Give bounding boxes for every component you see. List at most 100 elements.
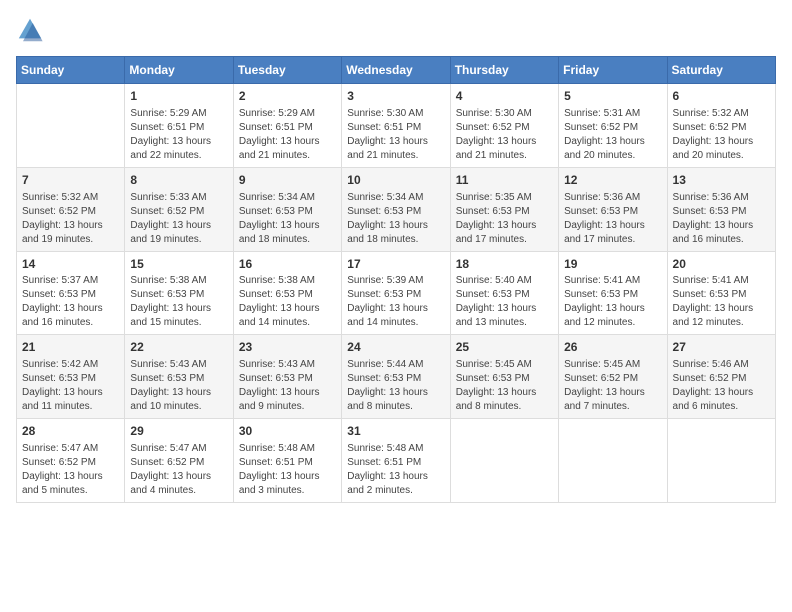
calendar-cell: 7 Sunrise: 5:32 AM Sunset: 6:52 PM Daylig…	[17, 167, 125, 251]
day-info: Sunrise: 5:34 AM Sunset: 6:53 PM Dayligh…	[239, 191, 336, 247]
calendar-cell	[17, 84, 125, 168]
calendar-cell: 11 Sunrise: 5:35 AM Sunset: 6:53 PM Dayli…	[450, 167, 558, 251]
calendar-cell: 15Sunrise: 5:38 AM Sunset: 6:53 PM Dayli…	[125, 251, 233, 335]
day-number: 6	[673, 88, 770, 105]
calendar-cell: 13Sunrise: 5:36 AM Sunset: 6:53 PM Dayli…	[667, 167, 775, 251]
day-info: Sunrise: 5:40 AM Sunset: 6:53 PM Dayligh…	[456, 274, 553, 330]
day-info: Sunrise: 5:32 AM Sunset: 6:52 PM Dayligh…	[673, 107, 770, 163]
day-number: 30	[239, 423, 336, 440]
calendar-cell: 16Sunrise: 5:38 AM Sunset: 6:53 PM Dayli…	[233, 251, 341, 335]
day-info: Sunrise: 5:46 AM Sunset: 6:52 PM Dayligh…	[673, 358, 770, 414]
calendar-cell: 24Sunrise: 5:44 AM Sunset: 6:53 PM Dayli…	[342, 335, 450, 419]
day-info: Sunrise: 5:38 AM Sunset: 6:53 PM Dayligh…	[130, 274, 227, 330]
calendar-table: SundayMondayTuesdayWednesdayThursdayFrid…	[16, 56, 776, 503]
calendar-cell: 21 Sunrise: 5:42 AM Sunset: 6:53 PM Dayli…	[17, 335, 125, 419]
day-number: 22	[130, 339, 227, 356]
header-thursday: Thursday	[450, 57, 558, 84]
day-number: 17	[347, 256, 444, 273]
day-info: Sunrise: 5:37 AM Sunset: 6:53 PM Dayligh…	[22, 274, 119, 330]
calendar-cell: 19Sunrise: 5:41 AM Sunset: 6:53 PM Dayli…	[559, 251, 667, 335]
day-number: 14	[22, 256, 119, 273]
day-number: 24	[347, 339, 444, 356]
day-info: Sunrise: 5:48 AM Sunset: 6:51 PM Dayligh…	[239, 442, 336, 498]
day-number: 25	[456, 339, 553, 356]
day-info: Sunrise: 5:39 AM Sunset: 6:53 PM Dayligh…	[347, 274, 444, 330]
day-number: 5	[564, 88, 661, 105]
calendar-cell: 1 Sunrise: 5:29 AM Sunset: 6:51 PM Daylig…	[125, 84, 233, 168]
day-number: 16	[239, 256, 336, 273]
day-number: 2	[239, 88, 336, 105]
header-monday: Monday	[125, 57, 233, 84]
calendar-cell	[450, 419, 558, 503]
calendar-cell: 4 Sunrise: 5:30 AM Sunset: 6:52 PM Daylig…	[450, 84, 558, 168]
day-number: 9	[239, 172, 336, 189]
day-info: Sunrise: 5:47 AM Sunset: 6:52 PM Dayligh…	[22, 442, 119, 498]
calendar-cell: 3 Sunrise: 5:30 AM Sunset: 6:51 PM Daylig…	[342, 84, 450, 168]
day-number: 3	[347, 88, 444, 105]
day-info: Sunrise: 5:45 AM Sunset: 6:53 PM Dayligh…	[456, 358, 553, 414]
day-info: Sunrise: 5:32 AM Sunset: 6:52 PM Dayligh…	[22, 191, 119, 247]
week-row-2: 14Sunrise: 5:37 AM Sunset: 6:53 PM Dayli…	[17, 251, 776, 335]
week-row-4: 28 Sunrise: 5:47 AM Sunset: 6:52 PM Dayli…	[17, 419, 776, 503]
logo	[16, 16, 48, 44]
day-info: Sunrise: 5:45 AM Sunset: 6:52 PM Dayligh…	[564, 358, 661, 414]
header-sunday: Sunday	[17, 57, 125, 84]
day-number: 23	[239, 339, 336, 356]
day-number: 28	[22, 423, 119, 440]
calendar-cell: 25 Sunrise: 5:45 AM Sunset: 6:53 PM Dayli…	[450, 335, 558, 419]
day-number: 12	[564, 172, 661, 189]
day-info: Sunrise: 5:30 AM Sunset: 6:51 PM Dayligh…	[347, 107, 444, 163]
day-number: 26	[564, 339, 661, 356]
header-friday: Friday	[559, 57, 667, 84]
day-number: 10	[347, 172, 444, 189]
day-number: 8	[130, 172, 227, 189]
day-info: Sunrise: 5:33 AM Sunset: 6:52 PM Dayligh…	[130, 191, 227, 247]
day-number: 18	[456, 256, 553, 273]
day-info: Sunrise: 5:48 AM Sunset: 6:51 PM Dayligh…	[347, 442, 444, 498]
calendar-cell: 23 Sunrise: 5:43 AM Sunset: 6:53 PM Dayli…	[233, 335, 341, 419]
calendar-cell: 14Sunrise: 5:37 AM Sunset: 6:53 PM Dayli…	[17, 251, 125, 335]
day-info: Sunrise: 5:41 AM Sunset: 6:53 PM Dayligh…	[564, 274, 661, 330]
day-info: Sunrise: 5:29 AM Sunset: 6:51 PM Dayligh…	[239, 107, 336, 163]
day-number: 11	[456, 172, 553, 189]
week-row-1: 7 Sunrise: 5:32 AM Sunset: 6:52 PM Daylig…	[17, 167, 776, 251]
logo-icon	[16, 16, 44, 44]
day-info: Sunrise: 5:34 AM Sunset: 6:53 PM Dayligh…	[347, 191, 444, 247]
day-info: Sunrise: 5:43 AM Sunset: 6:53 PM Dayligh…	[239, 358, 336, 414]
day-number: 1	[130, 88, 227, 105]
calendar-cell: 31Sunrise: 5:48 AM Sunset: 6:51 PM Dayli…	[342, 419, 450, 503]
header-tuesday: Tuesday	[233, 57, 341, 84]
calendar-cell: 20Sunrise: 5:41 AM Sunset: 6:53 PM Dayli…	[667, 251, 775, 335]
day-info: Sunrise: 5:30 AM Sunset: 6:52 PM Dayligh…	[456, 107, 553, 163]
calendar-cell: 5 Sunrise: 5:31 AM Sunset: 6:52 PM Daylig…	[559, 84, 667, 168]
calendar-cell: 10 Sunrise: 5:34 AM Sunset: 6:53 PM Dayli…	[342, 167, 450, 251]
day-number: 4	[456, 88, 553, 105]
calendar-cell: 22 Sunrise: 5:43 AM Sunset: 6:53 PM Dayli…	[125, 335, 233, 419]
day-info: Sunrise: 5:41 AM Sunset: 6:53 PM Dayligh…	[673, 274, 770, 330]
day-number: 27	[673, 339, 770, 356]
week-row-3: 21 Sunrise: 5:42 AM Sunset: 6:53 PM Dayli…	[17, 335, 776, 419]
day-info: Sunrise: 5:36 AM Sunset: 6:53 PM Dayligh…	[673, 191, 770, 247]
day-number: 21	[22, 339, 119, 356]
calendar-cell: 8 Sunrise: 5:33 AM Sunset: 6:52 PM Daylig…	[125, 167, 233, 251]
day-info: Sunrise: 5:35 AM Sunset: 6:53 PM Dayligh…	[456, 191, 553, 247]
header-saturday: Saturday	[667, 57, 775, 84]
day-number: 7	[22, 172, 119, 189]
calendar-cell: 29Sunrise: 5:47 AM Sunset: 6:52 PM Dayli…	[125, 419, 233, 503]
day-info: Sunrise: 5:31 AM Sunset: 6:52 PM Dayligh…	[564, 107, 661, 163]
calendar-cell: 28 Sunrise: 5:47 AM Sunset: 6:52 PM Dayli…	[17, 419, 125, 503]
calendar-cell: 26 Sunrise: 5:45 AM Sunset: 6:52 PM Dayli…	[559, 335, 667, 419]
calendar-cell: 12 Sunrise: 5:36 AM Sunset: 6:53 PM Dayli…	[559, 167, 667, 251]
day-info: Sunrise: 5:38 AM Sunset: 6:53 PM Dayligh…	[239, 274, 336, 330]
calendar-header-row: SundayMondayTuesdayWednesdayThursdayFrid…	[17, 57, 776, 84]
day-number: 20	[673, 256, 770, 273]
day-info: Sunrise: 5:47 AM Sunset: 6:52 PM Dayligh…	[130, 442, 227, 498]
day-info: Sunrise: 5:29 AM Sunset: 6:51 PM Dayligh…	[130, 107, 227, 163]
day-info: Sunrise: 5:36 AM Sunset: 6:53 PM Dayligh…	[564, 191, 661, 247]
day-info: Sunrise: 5:43 AM Sunset: 6:53 PM Dayligh…	[130, 358, 227, 414]
calendar-cell: 17Sunrise: 5:39 AM Sunset: 6:53 PM Dayli…	[342, 251, 450, 335]
calendar-cell: 27 Sunrise: 5:46 AM Sunset: 6:52 PM Dayli…	[667, 335, 775, 419]
page-header	[16, 16, 776, 44]
day-number: 15	[130, 256, 227, 273]
day-info: Sunrise: 5:42 AM Sunset: 6:53 PM Dayligh…	[22, 358, 119, 414]
